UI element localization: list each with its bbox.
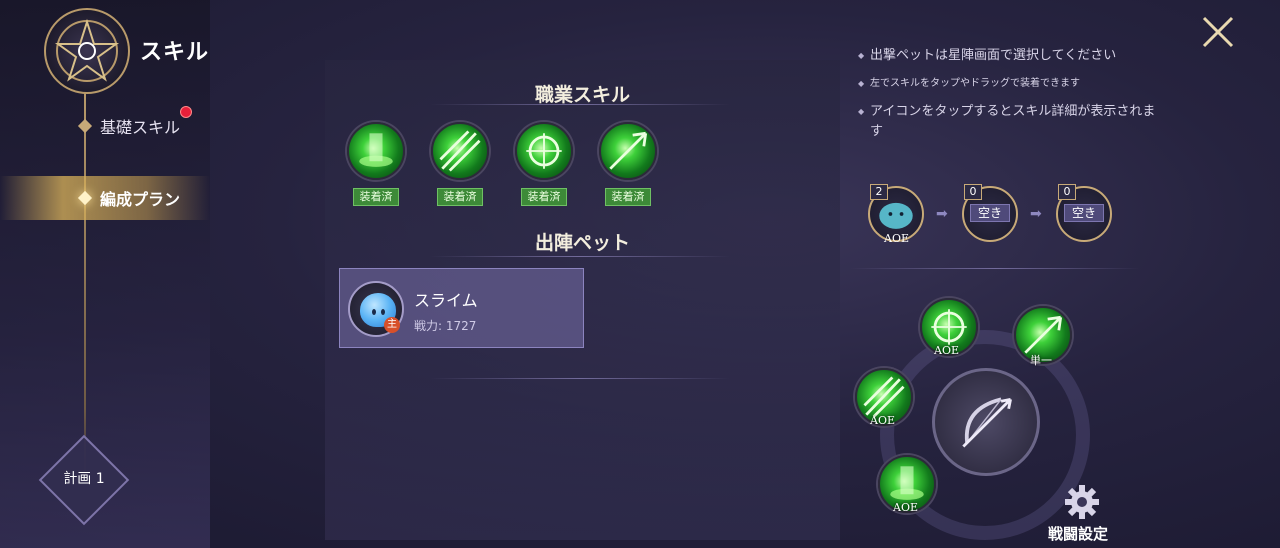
tip-text: アイコンをタップするとスキル詳細が表示されます: [858, 102, 1158, 142]
divider: [430, 378, 730, 379]
plan-badge-label: 計画 1: [63, 471, 105, 487]
green-arrow-skill-icon[interactable]: [599, 122, 657, 180]
sidebar-item-formation-plan[interactable]: 編成プラン: [0, 176, 210, 220]
divider: [850, 268, 1140, 269]
sidebar-item-label: 編成プラン: [100, 190, 181, 209]
green-slash-skill-icon[interactable]: [431, 122, 489, 180]
sidebar-timeline: [84, 88, 86, 488]
battle-settings-label[interactable]: 戦闘設定: [1048, 523, 1108, 544]
wheel-skill-tag: AOE: [934, 344, 959, 357]
job-skills-title: 職業スキル: [534, 84, 630, 106]
wheel-skill-tag: AOE: [870, 414, 895, 427]
pet-card[interactable]: 主 スライム 戦力: 1727: [339, 268, 584, 348]
equipped-tag: 装着済: [437, 188, 483, 206]
basic-attack-bow-icon[interactable]: [932, 368, 1040, 476]
chain-empty-label: 空き: [970, 204, 1010, 222]
green-pillar-skill-icon[interactable]: [347, 122, 405, 180]
pet-section-title: 出陣ペット: [534, 232, 630, 254]
diamond-icon: [77, 118, 93, 134]
main-pet-badge: 主: [384, 317, 400, 333]
chain-count: 0: [1058, 184, 1076, 200]
equipped-tag: 装着済: [353, 188, 399, 206]
divider: [430, 256, 730, 257]
skill-emblem-icon: [44, 8, 130, 94]
chain-arrow-icon: ➡: [1030, 206, 1042, 222]
close-icon[interactable]: [1200, 14, 1236, 50]
gear-icon[interactable]: [1062, 482, 1102, 522]
chain-arrow-icon: ➡: [936, 206, 948, 222]
chain-label: AOE: [884, 232, 909, 245]
page-title: スキル: [140, 40, 210, 65]
tip-text: 出撃ペットは星陣画面で選択してください: [858, 46, 1158, 66]
sidebar-item-basic-skills[interactable]: 基礎スキル: [0, 106, 210, 146]
diamond-icon: [77, 190, 93, 206]
wheel-skill-tag: 単一: [1030, 354, 1052, 367]
tips-list: 出撃ペットは星陣画面で選択してください 左でスキルをタップやドラッグで装着できま…: [858, 46, 1158, 150]
pet-power: 戦力: 1727: [414, 319, 477, 333]
equipped-tag: 装着済: [605, 188, 651, 206]
sidebar-item-label: 基礎スキル: [100, 118, 181, 137]
tip-text: 左でスキルをタップやドラッグで装着できます: [858, 74, 1158, 94]
chain-count: 2: [870, 184, 888, 200]
green-target-skill-icon[interactable]: [515, 122, 573, 180]
chain-empty-label: 空き: [1064, 204, 1104, 222]
chain-count: 0: [964, 184, 982, 200]
notification-dot: [180, 106, 192, 118]
equipped-tag: 装着済: [521, 188, 567, 206]
pet-name: スライム: [414, 291, 478, 310]
wheel-skill-tag: AOE: [893, 501, 918, 514]
